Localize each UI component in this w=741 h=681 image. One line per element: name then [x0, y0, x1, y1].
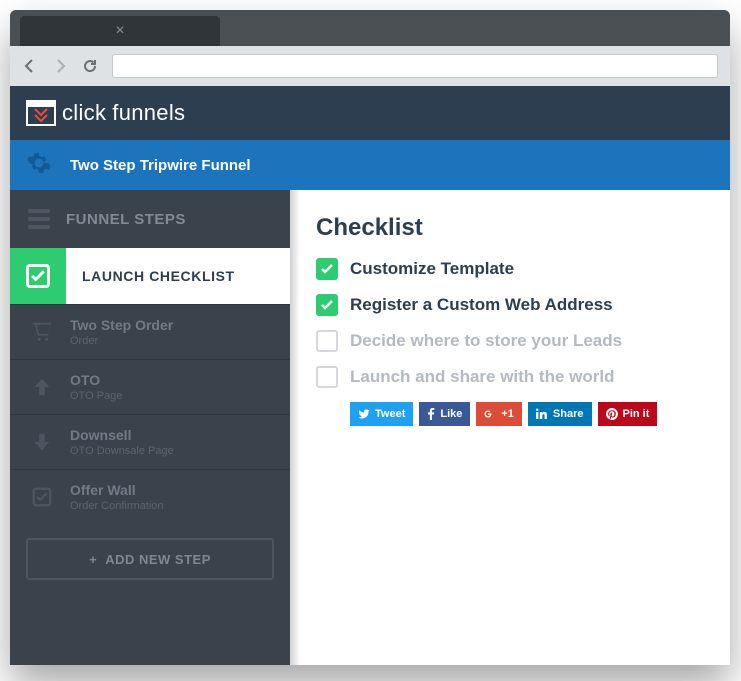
browser-tabbar: × — [10, 10, 730, 46]
sidebar-item-sub: OTO Downsale Page — [70, 445, 174, 457]
url-input[interactable] — [112, 54, 718, 78]
linkedin-share-button[interactable]: Share — [528, 402, 592, 426]
checklist-item[interactable]: Register a Custom Web Address — [316, 294, 704, 316]
checkbox-checked-icon[interactable] — [316, 294, 338, 316]
sidebar-item-sub: Order Confirmation — [70, 500, 164, 512]
logo-icon — [26, 100, 56, 126]
sidebar-item-label: OTO — [70, 372, 122, 388]
funnel-title: Two Step Tripwire Funnel — [70, 157, 251, 174]
checklist-item[interactable]: Launch and share with the world — [316, 366, 704, 388]
share-buttons: Tweet Like +1 Share Pin it — [350, 402, 704, 426]
sidebar-header: FUNNEL STEPS — [10, 190, 290, 248]
arrow-up-icon — [28, 373, 56, 401]
like-button[interactable]: Like — [419, 402, 470, 426]
cart-icon — [28, 318, 56, 346]
checklist-heading: Checklist — [316, 214, 704, 242]
checklist-icon — [28, 483, 56, 511]
sidebar-item-label: Offer Wall — [70, 482, 164, 498]
app-header: clickfunnels — [10, 86, 730, 140]
logo-text-1: click — [62, 100, 106, 126]
logo-text-2: funnels — [112, 100, 185, 126]
sidebar-item-oto[interactable]: OTO OTO Page — [10, 359, 290, 414]
sidebar-item-label: Two Step Order — [70, 317, 173, 333]
checkbox-checked-icon[interactable] — [316, 258, 338, 280]
gear-icon[interactable] — [26, 150, 52, 181]
browser-toolbar — [10, 46, 730, 86]
checkbox-empty-icon[interactable] — [316, 366, 338, 388]
sidebar-header-label: FUNNEL STEPS — [66, 211, 186, 228]
browser-window: × clickfunnels Two Step Tripwire Funnel … — [10, 10, 730, 665]
forward-icon[interactable] — [52, 58, 68, 74]
content-panel: Checklist Customize Template Register a … — [290, 190, 730, 665]
add-step-label: ADD NEW STEP — [105, 552, 211, 567]
funnel-titlebar: Two Step Tripwire Funnel — [10, 140, 730, 190]
checklist-icon — [10, 248, 66, 304]
pinterest-button[interactable]: Pin it — [598, 402, 658, 426]
close-icon[interactable]: × — [115, 22, 124, 40]
main-body: FUNNEL STEPS LAUNCH CHECKLIST Two Step O… — [10, 190, 730, 665]
google-plus-button[interactable]: +1 — [476, 402, 522, 426]
plus-icon: + — [89, 552, 97, 567]
sidebar-item-two-step-order[interactable]: Two Step Order Order — [10, 304, 290, 359]
clickfunnels-logo[interactable]: clickfunnels — [26, 100, 185, 126]
sidebar-item-offer-wall[interactable]: Offer Wall Order Confirmation — [10, 469, 290, 524]
sidebar-active-label: LAUNCH CHECKLIST — [66, 268, 235, 284]
sidebar-item-downsell[interactable]: Downsell OTO Downsale Page — [10, 414, 290, 469]
sidebar-item-sub: OTO Page — [70, 390, 122, 402]
hamburger-icon[interactable] — [28, 209, 50, 229]
checklist-item-label: Register a Custom Web Address — [350, 295, 613, 315]
sidebar-item-label: Downsell — [70, 427, 174, 443]
checklist-item-label: Customize Template — [350, 259, 514, 279]
checklist-item[interactable]: Decide where to store your Leads — [316, 330, 704, 352]
sidebar-item-launch-checklist[interactable]: LAUNCH CHECKLIST — [10, 248, 290, 304]
checklist-item[interactable]: Customize Template — [316, 258, 704, 280]
sidebar: FUNNEL STEPS LAUNCH CHECKLIST Two Step O… — [10, 190, 290, 665]
tweet-button[interactable]: Tweet — [350, 402, 413, 426]
sidebar-item-sub: Order — [70, 335, 173, 347]
browser-tab[interactable]: × — [20, 16, 220, 46]
add-new-step-button[interactable]: + ADD NEW STEP — [26, 538, 274, 580]
back-icon[interactable] — [22, 58, 38, 74]
reload-icon[interactable] — [82, 58, 98, 74]
arrow-down-icon — [28, 428, 56, 456]
checklist-item-label: Decide where to store your Leads — [350, 331, 622, 351]
checklist-item-label: Launch and share with the world — [350, 367, 614, 387]
checkbox-empty-icon[interactable] — [316, 330, 338, 352]
